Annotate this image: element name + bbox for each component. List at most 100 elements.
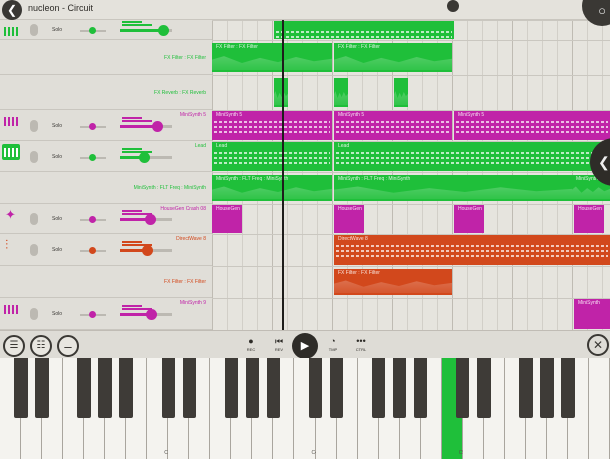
black-key[interactable] xyxy=(98,358,112,418)
clip[interactable]: MiniSynth 5 xyxy=(454,111,610,140)
black-key[interactable] xyxy=(182,358,197,418)
solo-button[interactable]: Solo xyxy=(52,154,62,160)
clip[interactable] xyxy=(274,78,288,107)
solo-button[interactable]: Solo xyxy=(52,123,62,129)
black-key[interactable] xyxy=(371,358,386,418)
black-key[interactable] xyxy=(477,358,491,418)
track-header[interactable]: Solo xyxy=(0,20,212,40)
eq-icon[interactable]: ☷ xyxy=(30,335,52,357)
tempo-button[interactable]: ◔ TMP xyxy=(318,335,348,352)
solo-button[interactable]: Solo xyxy=(52,216,62,222)
clip[interactable]: FX Filter : FX Filter xyxy=(212,43,332,72)
clip[interactable]: MiniSynth : FLT Freq : MiniSynth xyxy=(334,175,572,201)
pan-slider[interactable] xyxy=(80,122,106,130)
ctrl-button[interactable]: ••• CTRL xyxy=(346,335,376,352)
black-key[interactable] xyxy=(266,358,281,418)
black-key[interactable] xyxy=(329,358,344,418)
keyboard-icon[interactable] xyxy=(2,113,20,129)
black-key[interactable] xyxy=(413,358,428,418)
menu-icon[interactable]: ⚊ xyxy=(57,335,79,357)
black-key[interactable] xyxy=(519,358,533,418)
pan-knob[interactable] xyxy=(89,153,96,161)
mute-toggle[interactable] xyxy=(30,308,38,320)
black-key[interactable] xyxy=(540,358,554,418)
mute-toggle[interactable] xyxy=(30,213,38,225)
clip[interactable]: DirectWave 8 xyxy=(334,235,610,265)
playhead-handle[interactable] xyxy=(447,0,459,12)
pan-slider[interactable] xyxy=(80,153,106,161)
black-key[interactable] xyxy=(392,358,407,418)
rewind-button[interactable]: ⏮ REV xyxy=(264,335,294,352)
track-header[interactable]: FX Reverb : FX Reverb xyxy=(0,75,212,110)
clip[interactable] xyxy=(274,21,454,39)
track-header[interactable]: Solo MiniSynth 9 xyxy=(0,298,212,330)
track-header[interactable]: FX Filter : FX Filter xyxy=(0,266,212,298)
keyboard-icon[interactable] xyxy=(2,301,20,317)
volume-slider[interactable] xyxy=(120,25,172,36)
pan-slider[interactable] xyxy=(80,27,106,34)
clip[interactable]: Lead xyxy=(212,142,332,171)
track-header[interactable]: MiniSynth : FLT Freq : MiniSynth xyxy=(0,172,212,204)
mixer-icon[interactable]: ☰ xyxy=(3,335,25,357)
volume-slider[interactable] xyxy=(120,245,172,256)
mute-toggle[interactable] xyxy=(30,244,38,256)
black-key[interactable] xyxy=(161,358,175,418)
drum-icon[interactable]: ✦ xyxy=(2,207,20,223)
pan-slider[interactable] xyxy=(80,247,106,254)
mute-toggle[interactable] xyxy=(30,24,38,36)
black-key[interactable] xyxy=(35,358,49,418)
pan-slider[interactable] xyxy=(80,311,106,318)
pan-knob[interactable] xyxy=(89,122,96,130)
volume-slider[interactable] xyxy=(120,120,172,132)
black-key[interactable] xyxy=(14,358,28,418)
clip[interactable]: Lead xyxy=(334,142,610,171)
clip[interactable]: HouseGen xyxy=(454,205,484,233)
pan-knob[interactable] xyxy=(89,247,96,254)
pan-knob[interactable] xyxy=(89,311,96,318)
solo-button[interactable]: Solo xyxy=(52,27,62,33)
clip[interactable]: HouseGen xyxy=(334,205,364,233)
black-key[interactable] xyxy=(245,358,260,418)
keyboard-icon[interactable] xyxy=(2,23,20,39)
back-icon[interactable]: ❮ xyxy=(2,0,22,20)
play-button[interactable]: ▶ xyxy=(292,333,318,359)
clip[interactable]: MiniSynth : FLT Freq : MiniSynth xyxy=(212,175,332,201)
black-key[interactable] xyxy=(456,358,470,418)
clip[interactable]: HouseGen xyxy=(574,205,604,233)
pan-knob[interactable] xyxy=(89,27,96,34)
track-header[interactable]: ⫶ Solo DirectWave 8 xyxy=(0,234,212,266)
solo-button[interactable]: Solo xyxy=(52,247,62,253)
clip[interactable] xyxy=(394,78,408,107)
volume-slider[interactable] xyxy=(120,214,172,225)
solo-button[interactable]: Solo xyxy=(52,311,62,317)
piano-keyboard[interactable]: C3C4C5 xyxy=(0,358,610,459)
track-header[interactable]: FX Filter : FX Filter xyxy=(0,40,212,75)
playhead-line[interactable] xyxy=(282,20,284,330)
black-key[interactable] xyxy=(308,358,323,418)
waveform-icon[interactable]: ⫶ xyxy=(2,237,20,253)
pan-knob[interactable] xyxy=(89,216,96,223)
black-key[interactable] xyxy=(77,358,91,418)
close-keyboard-button[interactable]: ✕ xyxy=(587,334,609,356)
black-key[interactable] xyxy=(224,358,239,418)
clip[interactable]: MiniSynth 5 xyxy=(334,111,452,140)
volume-slider[interactable] xyxy=(120,151,172,163)
clip[interactable]: MiniSynth xyxy=(574,299,610,329)
pan-slider[interactable] xyxy=(80,216,106,223)
track-header[interactable]: Solo Lead xyxy=(0,141,212,172)
arrangement-grid[interactable]: FX Filter : FX Filter FX Filter : FX Filt… xyxy=(212,20,610,330)
mute-toggle[interactable] xyxy=(30,119,38,132)
clip[interactable]: HouseGen xyxy=(212,205,242,233)
volume-slider[interactable] xyxy=(120,309,172,320)
black-key[interactable] xyxy=(561,358,575,418)
black-key[interactable] xyxy=(119,358,133,418)
rec-button[interactable]: ● REC xyxy=(236,335,266,352)
track-header[interactable]: ✦ Solo HouseGen Crash 08 xyxy=(0,204,212,234)
keyboard-icon[interactable] xyxy=(2,144,20,160)
white-key[interactable] xyxy=(588,358,610,459)
clip[interactable]: FX Filter : FX Filter xyxy=(334,269,452,295)
mute-toggle[interactable] xyxy=(30,150,38,163)
clip[interactable]: MiniSynth 5 xyxy=(212,111,332,140)
clip[interactable]: FX Filter : FX Filter xyxy=(334,43,452,72)
clip[interactable] xyxy=(334,78,348,107)
